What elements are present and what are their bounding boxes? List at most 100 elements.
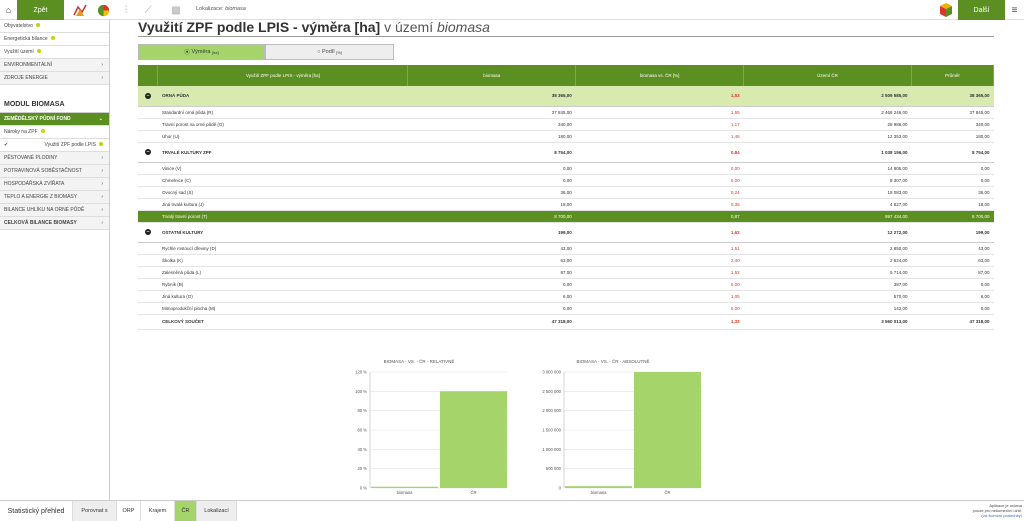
toggle-vymera[interactable]: ⦿ Výměra [ha] (138, 44, 265, 60)
compare-lok-button[interactable]: Lokalizací (197, 501, 237, 521)
next-button[interactable]: Další (958, 0, 1005, 20)
row-toggle-cell[interactable]: – (138, 86, 158, 107)
cell-value: 1,52 (575, 266, 744, 279)
back-button[interactable]: Zpět (17, 0, 64, 20)
row-label: ORNÁ PŮDA (157, 86, 408, 107)
sidebar-item-text: Energetická bilance (4, 36, 55, 42)
compare-label: Porovnat s (73, 501, 117, 521)
cell-value: 387,00 (743, 278, 912, 291)
hamburger-menu-icon[interactable]: ≡ (1005, 0, 1024, 20)
sidebar-item-text: Využití ZPF podle LPIS (44, 142, 103, 148)
sidebar-item-module_items-1[interactable]: Nároky na ZPF (0, 126, 109, 139)
cell-value: 1,05 (575, 290, 744, 303)
table-row: – OSTATNÍ KULTURY 199,00 1,62 12 272,00 199,0… (138, 222, 994, 243)
box-icon[interactable]: ▩ (168, 2, 184, 18)
bar-biomasa (565, 486, 632, 488)
row-toggle-cell (138, 106, 158, 119)
sidebar-item-items-2[interactable]: Využití území (0, 46, 109, 59)
status-dot-icon (35, 23, 40, 27)
sidebar-item-items-0[interactable]: Obyvatelstvo (0, 20, 109, 33)
sidebar-item-items-1[interactable]: Energetická bilance (0, 33, 109, 46)
table-header[interactable]: Využití ZPF podle LPIS - výměra [ha] (157, 65, 409, 86)
cell-value: 8 700,00 (911, 210, 994, 223)
sidebar-item-label: ZDROJE ENERGIE (4, 75, 48, 81)
cell-value: 8 754,00 (407, 142, 576, 163)
pie-chart-icon[interactable] (95, 2, 111, 18)
table-row: Travní porost na orné půdě (G) 340,00 1,17… (138, 118, 994, 131)
cell-value: 43,00 (911, 242, 994, 255)
row-label: Standardní orná půda (R) (157, 106, 408, 119)
cell-value: 0,00 (407, 278, 576, 291)
sidebar-item-module_items-3[interactable]: PĚSTOVANÉ PLODINY › (0, 152, 109, 165)
table-header[interactable]: Území ČR (743, 65, 912, 86)
collapse-minus-icon[interactable]: – (144, 149, 151, 155)
row-label: Jiná trvalá kultura (J) (157, 198, 408, 211)
table-header[interactable]: biomasa (407, 65, 577, 86)
cell-value: 6,00 (407, 290, 576, 303)
sidebar-item-module_items-2[interactable]: ✔ Využití ZPF podle LPIS (0, 139, 109, 152)
chart-title: BIOMASA - VS. - ČR - RELATIVNĚ (384, 357, 455, 364)
y-tick-label: 100 % (355, 389, 367, 394)
sidebar-item-module_items-6[interactable]: TEPLO A ENERGIE Z BIOMASY › (0, 191, 109, 204)
sidebar-item-label: ZEMĚDĚLSKÝ PŮDNÍ FOND (4, 116, 71, 122)
sidebar-item-label: ENVIRONMENTÁLNÍ (4, 62, 53, 68)
cell-value: 36,00 (911, 186, 994, 199)
line-chart-icon[interactable]: ⟋ (140, 2, 156, 18)
cell-value: 1,17 (575, 118, 744, 131)
cell-value: 0,35 (575, 198, 744, 211)
table-header[interactable]: Průměr (911, 65, 994, 86)
cell-value: 18,00 (407, 198, 576, 211)
cell-value: 2 624,00 (743, 254, 912, 267)
chart-title: BIOMASA - VS. - ČR - ABSOLUTNĚ (576, 357, 649, 364)
y-tick-label: 20 % (357, 466, 367, 471)
localization-label: Lokalizace: biomasa (196, 6, 246, 12)
sidebar-item-module_items-7[interactable]: BILANCE UHLÍKU NA ORNÉ PŮDĚ › (0, 204, 109, 217)
sidebar-item-label: Obyvatelstvo (4, 23, 33, 29)
cell-value: 1,55 (575, 106, 744, 119)
cell-value: 0,00 (407, 162, 576, 175)
sidebar-item-text: ZDROJE ENERGIE (4, 75, 48, 81)
sidebar-item-label: CELKOVÁ BILANCE BIOMASY (4, 220, 77, 226)
cube-icon[interactable] (938, 2, 954, 18)
row-label: Zalesněná půda (L) (157, 266, 408, 279)
cell-value: 37 845,00 (407, 106, 576, 119)
compare-cr-button[interactable]: ČR (175, 501, 197, 521)
x-tick-label: ČR (664, 490, 670, 495)
table-row: Rybník (B) 0,00 0,00 387,00 0,00 (138, 278, 994, 291)
sidebar-item-module_items-4[interactable]: POTRAVINOVÁ SOBĚSTAČNOST › (0, 165, 109, 178)
toggle-podil[interactable]: ○ Podíl [%] (265, 44, 394, 60)
sliders-icon[interactable]: ⫶ (118, 2, 134, 18)
table-row: – ORNÁ PŮDA 38 365,00 1,53 2 509 585,00 38 36… (138, 86, 994, 107)
row-toggle-cell[interactable]: – (138, 142, 158, 163)
sidebar-item-items-3[interactable]: ENVIRONMENTÁLNÍ › (0, 59, 109, 72)
table-row: Jiná trvalá kultura (J) 18,00 0,35 4 827,00… (138, 198, 994, 211)
sidebar-item-module_items-8[interactable]: CELKOVÁ BILANCE BIOMASY › (0, 217, 109, 230)
y-tick-label: 2 500 000 (542, 389, 561, 394)
sidebar-item-module_items-5[interactable]: HOSPODÁŘSKÁ ZVÍŘATA › (0, 178, 109, 191)
sidebar-item-items-4[interactable]: ZDROJE ENERGIE › (0, 72, 109, 85)
row-label: Mimoprodukční plocha (M) (157, 302, 408, 315)
row-toggle-cell[interactable]: – (138, 222, 158, 243)
sidebar-item-module_items-0[interactable]: ZEMĚDĚLSKÝ PŮDNÍ FOND ⌄ (0, 113, 109, 126)
row-label: Ovocný sad (S) (157, 186, 408, 199)
table-header[interactable]: biomasa vs. ČR [%] (575, 65, 745, 86)
chevron-right-icon: › (101, 168, 103, 174)
sidebar-item-text: Využití území (4, 49, 41, 55)
cell-value: 28 986,00 (743, 118, 912, 131)
y-tick-label: 0 (559, 486, 562, 491)
compare-kraj-button[interactable]: Krajem (141, 501, 175, 521)
status-dot-icon (50, 36, 55, 40)
sidebar-item-label: TEPLO A ENERGIE Z BIOMASY (4, 194, 78, 200)
map-pin-icon[interactable] (72, 2, 88, 18)
collapse-minus-icon[interactable]: – (144, 92, 151, 99)
home-icon[interactable]: ⌂ (0, 0, 17, 20)
stat-overview-button[interactable]: Statistický přehled (0, 501, 73, 521)
row-toggle-cell (138, 118, 158, 131)
y-tick-label: 1 500 000 (542, 428, 561, 433)
collapse-minus-icon[interactable]: – (144, 229, 151, 235)
cell-value: 14 805,00 (743, 162, 912, 175)
chart-relative: BIOMASA - VS. - ČR - RELATIVNĚ 0 % 20 % 40 … (340, 354, 510, 499)
compare-orp-button[interactable]: ORP (117, 501, 141, 521)
row-label: CELKOVÝ SOUČET (157, 313, 408, 330)
chevron-right-icon: › (101, 220, 103, 226)
